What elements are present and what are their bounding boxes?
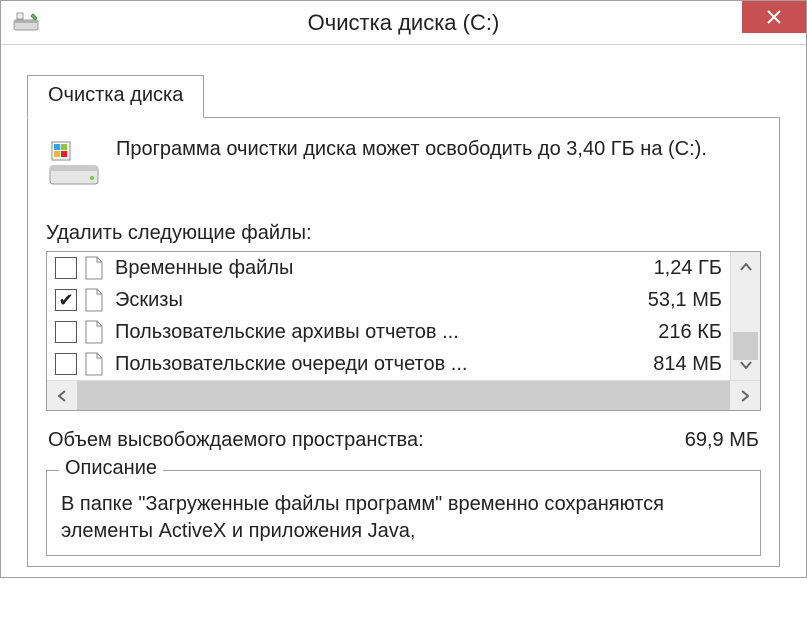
file-size: 216 КБ xyxy=(648,321,722,344)
drive-icon xyxy=(46,136,102,192)
file-size: 814 МБ xyxy=(643,353,722,376)
file-name: Пользовательские очереди отчетов ... xyxy=(115,353,643,376)
disk-cleanup-window: Очистка диска (C:) Очистка диска xyxy=(0,0,807,578)
intro-row: Программа очистки диска может освободить… xyxy=(46,136,761,192)
scroll-right-icon[interactable] xyxy=(730,381,760,410)
file-name: Эскизы xyxy=(115,289,638,312)
list-item[interactable]: ✔ Эскизы53,1 МБ xyxy=(47,284,730,316)
file-size: 1,24 ГБ xyxy=(644,257,722,280)
list-item[interactable]: Временные файлы1,24 ГБ xyxy=(47,252,730,284)
total-value: 69,9 МБ xyxy=(685,429,759,452)
file-icon xyxy=(83,255,105,281)
checkbox[interactable] xyxy=(55,257,77,279)
list-item[interactable]: Пользовательские архивы отчетов ...216 К… xyxy=(47,316,730,348)
intro-text: Программа очистки диска может освободить… xyxy=(116,136,707,163)
scroll-left-icon[interactable] xyxy=(47,381,77,410)
checkbox[interactable] xyxy=(55,321,77,343)
total-row: Объем высвобождаемого пространства: 69,9… xyxy=(48,429,759,452)
file-icon xyxy=(83,319,105,345)
window-title: Очистка диска (C:) xyxy=(1,10,806,36)
close-icon xyxy=(767,10,781,24)
file-name: Пользовательские архивы отчетов ... xyxy=(115,321,648,344)
list-item[interactable]: Пользовательские очереди отчетов ...814 … xyxy=(47,348,730,380)
client-area: Очистка диска Программа очист xyxy=(1,45,806,577)
scroll-up-icon[interactable] xyxy=(731,252,760,282)
tab-disk-cleanup[interactable]: Очистка диска xyxy=(27,75,204,118)
file-size: 53,1 МБ xyxy=(638,289,722,312)
file-list-label: Удалить следующие файлы: xyxy=(46,222,761,245)
tabstrip: Очистка диска xyxy=(27,75,780,118)
app-icon xyxy=(11,8,41,38)
file-name: Временные файлы xyxy=(115,257,644,280)
vertical-scrollbar[interactable] xyxy=(730,252,760,380)
file-icon xyxy=(83,287,105,313)
file-icon xyxy=(83,351,105,377)
close-button[interactable] xyxy=(742,1,806,33)
file-list: Временные файлы1,24 ГБ ✔ Эскизы53,1 МБ Поль… xyxy=(46,251,761,411)
description-title: Описание xyxy=(59,457,163,480)
scrollbar-track[interactable] xyxy=(731,282,760,350)
file-list-rows: Временные файлы1,24 ГБ ✔ Эскизы53,1 МБ Поль… xyxy=(47,252,730,380)
total-label: Объем высвобождаемого пространства: xyxy=(48,429,424,452)
titlebar: Очистка диска (C:) xyxy=(1,1,806,45)
description-group: Описание В папке "Загруженные файлы прог… xyxy=(46,470,761,556)
scrollbar-thumb[interactable] xyxy=(733,332,758,360)
horizontal-scrollbar[interactable] xyxy=(47,380,760,410)
tab-content: Программа очистки диска может освободить… xyxy=(27,118,780,567)
checkbox[interactable]: ✔ xyxy=(55,289,77,311)
description-body: В папке "Загруженные файлы программ" вре… xyxy=(61,491,746,545)
checkbox[interactable] xyxy=(55,353,77,375)
hscroll-thumb[interactable] xyxy=(77,381,730,410)
